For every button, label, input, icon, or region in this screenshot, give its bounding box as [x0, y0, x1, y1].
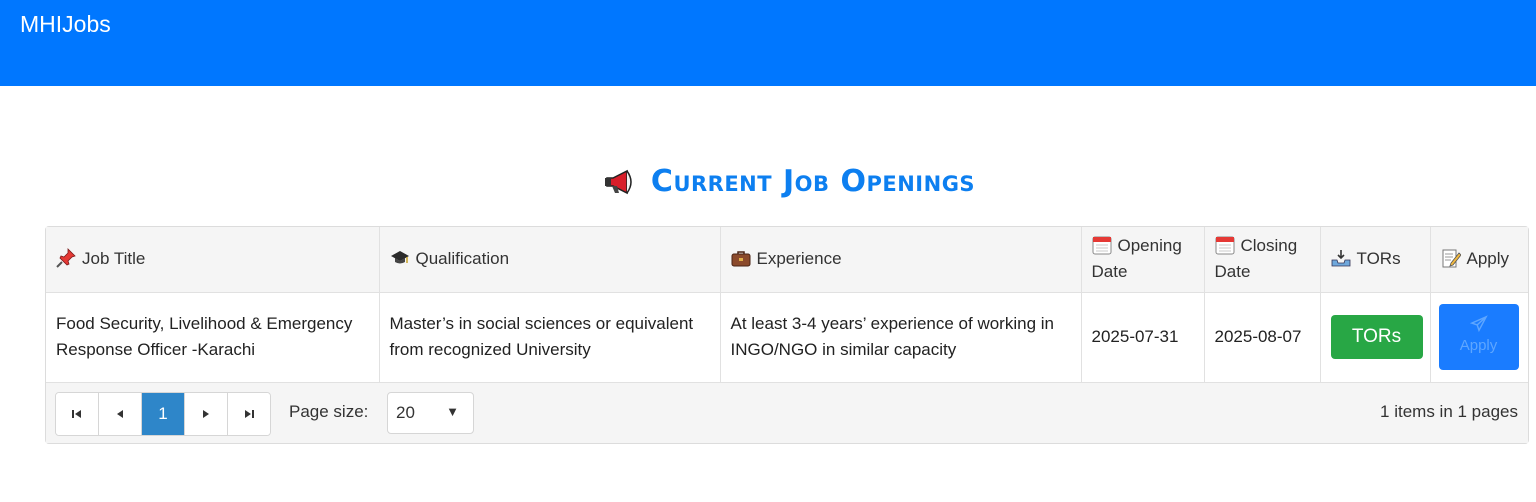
page-size-select[interactable]: 20 ▼ — [387, 392, 474, 434]
first-page-button[interactable] — [56, 393, 99, 435]
cell-apply: Apply — [1430, 292, 1528, 383]
table-row: Food Security, Livelihood & Emergency Re… — [46, 292, 1528, 383]
table-header-row: Job Title Qualification Experience Openi… — [46, 227, 1528, 293]
cell-opening-date: 2025-07-31 — [1081, 292, 1205, 383]
briefcase-icon — [731, 251, 750, 267]
column-header-label: TORs — [1356, 249, 1401, 269]
next-page-icon — [203, 410, 209, 418]
cell-qualification: Master’s in social sciences or equivalen… — [379, 292, 721, 383]
pager-bar: 1 Page size: 20 ▼ 1 items in 1 pages — [46, 383, 1528, 443]
pushpin-icon — [56, 248, 76, 268]
navbar: MHIJobs — [0, 0, 1536, 86]
page-size-value: 20 — [396, 403, 415, 422]
column-header-apply[interactable]: Apply — [1430, 227, 1528, 293]
page-title: Current Job Openings — [603, 164, 975, 199]
calendar-icon — [1215, 236, 1234, 255]
first-page-icon — [72, 410, 81, 418]
calendar-icon — [1092, 236, 1111, 255]
prev-page-button[interactable] — [99, 393, 142, 435]
brand-logo[interactable]: MHIJobs — [20, 11, 111, 38]
pagination: 1 — [55, 392, 271, 436]
cell-closing-date: 2025-08-07 — [1204, 292, 1321, 383]
column-header-label: Job Title — [82, 249, 146, 269]
column-header-label: Qualification — [415, 249, 510, 269]
apply-button-label: Apply — [1459, 337, 1498, 354]
apply-button[interactable]: Apply — [1438, 304, 1519, 370]
column-header-qualification[interactable]: Qualification — [379, 227, 721, 293]
page-title-text: Current Job Openings — [650, 164, 976, 199]
column-header-job-title[interactable]: Job Title — [46, 227, 380, 293]
column-header-closing-date[interactable]: Closing Date — [1204, 227, 1321, 293]
send-icon — [1469, 315, 1488, 333]
column-header-label: Experience — [756, 249, 842, 269]
column-header-opening-date[interactable]: Opening Date — [1081, 227, 1205, 293]
page-title-wrap: Current Job Openings — [0, 164, 1536, 208]
column-header-experience[interactable]: Experience — [720, 227, 1082, 293]
tors-button[interactable]: TORs — [1330, 315, 1423, 359]
last-page-button[interactable] — [228, 393, 270, 435]
inbox-tray-icon — [1331, 250, 1350, 267]
page-size-label: Page size: — [289, 402, 369, 421]
megaphone-icon — [604, 169, 632, 194]
prev-page-icon — [117, 410, 123, 418]
next-page-button[interactable] — [185, 393, 228, 435]
cell-job-title: Food Security, Livelihood & Emergency Re… — [46, 292, 380, 383]
pager-info: 1 items in 1 pages — [1380, 402, 1518, 421]
page-button-current[interactable]: 1 — [142, 393, 185, 435]
chevron-down-icon: ▼ — [446, 404, 459, 419]
last-page-icon — [245, 410, 254, 418]
graduation-cap-icon — [390, 251, 409, 264]
column-header-tors[interactable]: TORs — [1320, 227, 1431, 293]
jobs-table: Job Title Qualification Experience Openi… — [46, 227, 1528, 383]
cell-tors: TORs — [1320, 292, 1431, 383]
column-header-label: Apply — [1466, 249, 1510, 269]
cell-experience: At least 3-4 years’ experience of workin… — [720, 292, 1082, 383]
jobs-grid: Job Title Qualification Experience Openi… — [45, 226, 1529, 444]
memo-icon — [1442, 249, 1461, 268]
